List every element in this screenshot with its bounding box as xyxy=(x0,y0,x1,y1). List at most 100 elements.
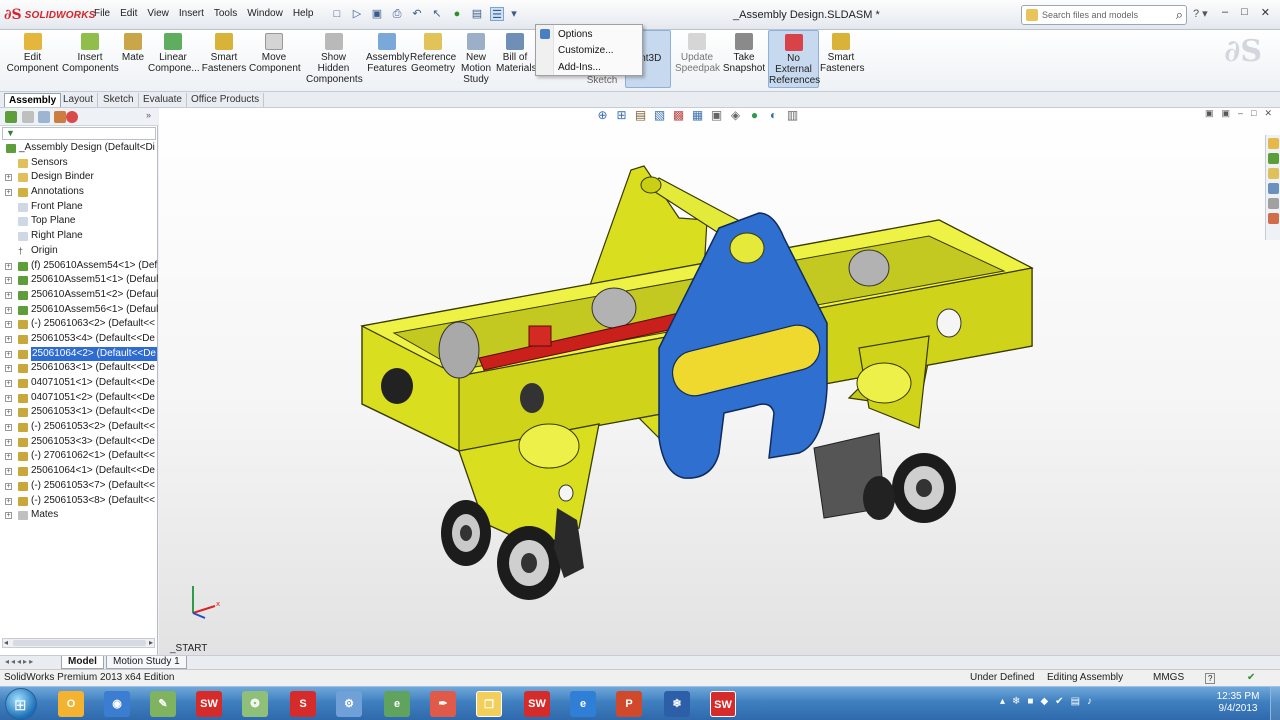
edrawings-icon[interactable]: e xyxy=(384,691,410,717)
expand-icon[interactable]: + xyxy=(5,335,12,343)
dimxpert-tab-icon[interactable] xyxy=(54,111,66,123)
assembly-model[interactable] xyxy=(159,108,1280,655)
taskbar-clock[interactable]: 12:35 PM 9/4/2013 xyxy=(1213,691,1263,715)
tree-item[interactable]: Top Plane xyxy=(0,214,158,229)
search-icon[interactable]: ⌕ xyxy=(1176,7,1183,23)
vmware-icon[interactable]: ◉ xyxy=(104,691,130,717)
expand-icon[interactable]: + xyxy=(5,350,12,358)
powerpoint-icon[interactable]: P xyxy=(616,691,642,717)
snowflake-app-icon[interactable]: ❄ xyxy=(664,691,690,717)
expand-icon[interactable]: + xyxy=(5,394,12,402)
tray-app-1-icon[interactable]: ❄ xyxy=(1012,696,1020,707)
close-icon[interactable]: ✕ xyxy=(1261,6,1270,19)
sketch-button[interactable]: Sketch xyxy=(585,75,619,86)
plugin-icon[interactable]: ❂ xyxy=(242,691,268,717)
mate-button[interactable]: Mate xyxy=(120,33,146,63)
expand-icon[interactable]: + xyxy=(5,365,12,373)
tree-item[interactable]: +04071051<1> (Default<<De xyxy=(0,376,158,391)
tab-motion-study-1[interactable]: Motion Study 1 xyxy=(106,656,187,669)
expand-icon[interactable]: + xyxy=(5,409,12,417)
expand-icon[interactable]: + xyxy=(5,453,12,461)
tree-item[interactable]: +250610Assem51<1> (Defaul xyxy=(0,273,158,288)
expand-icon[interactable]: + xyxy=(5,306,12,314)
search-box[interactable]: Search files and models ⌕ xyxy=(1021,5,1187,25)
show-desktop-button[interactable] xyxy=(1270,687,1280,720)
tray-app-2-icon[interactable]: ■ xyxy=(1027,696,1033,707)
bill-of-materials-button[interactable]: Bill of Materials xyxy=(496,33,537,74)
tab-model[interactable]: Model xyxy=(61,656,104,669)
menu-edit[interactable]: Edit xyxy=(120,8,137,19)
tree-horizontal-scrollbar[interactable]: ◂ ▸ xyxy=(2,638,155,648)
tree-item[interactable]: Sensors xyxy=(0,156,158,171)
solidworks-2-taskbar-icon[interactable]: S xyxy=(290,691,316,717)
scroll-left-icon[interactable]: ◂ xyxy=(4,638,8,647)
tree-item[interactable]: +25061053<1> (Default<<De xyxy=(0,405,158,420)
expand-icon[interactable]: + xyxy=(5,468,12,476)
solidworks-taskbar-icon[interactable]: SW xyxy=(196,691,222,717)
insert-components-button[interactable]: Insert Components xyxy=(62,33,119,74)
expand-icon[interactable]: + xyxy=(5,174,12,182)
tab-assembly[interactable]: Assembly xyxy=(4,93,62,107)
tree-item[interactable]: +250610Assem51<2> (Defaul xyxy=(0,288,158,303)
print-icon[interactable]: ⎙ xyxy=(390,7,404,21)
outlook-icon[interactable]: O xyxy=(58,691,84,717)
help-icon[interactable]: ? ▾ xyxy=(1193,7,1208,20)
status-rebuild-icon[interactable]: ✔ xyxy=(1247,672,1255,683)
menu-file[interactable]: File xyxy=(94,8,110,19)
tray-app-3-icon[interactable]: ◆ xyxy=(1040,696,1048,707)
tray-arrow-icon[interactable]: ▴ xyxy=(1000,696,1005,707)
menu-help[interactable]: Help xyxy=(293,8,314,19)
expand-icon[interactable]: + xyxy=(5,189,12,197)
sw-tool-icon[interactable]: ✒ xyxy=(430,691,456,717)
tree-item[interactable]: _Assembly Design (Default<Di xyxy=(0,141,158,156)
feature-manager-tab-icon[interactable] xyxy=(5,111,17,123)
linear-pattern-button[interactable]: Linear Compone... xyxy=(148,33,200,74)
scroll-right-icon[interactable]: ▸ xyxy=(149,638,153,647)
take-snapshot-button[interactable]: Take Snapshot xyxy=(722,33,766,74)
assembly-features-button[interactable]: Assembly Features xyxy=(366,33,409,74)
tree-item[interactable]: + (f) 250610Assem54<1> (Def xyxy=(0,259,158,274)
tab-navigation-icon[interactable]: ◂◂◂▸▸ xyxy=(5,657,35,666)
tab-layout[interactable]: Layout xyxy=(59,93,99,107)
menu-tools[interactable]: Tools xyxy=(214,8,237,19)
status-help-icon[interactable]: ? xyxy=(1205,673,1216,684)
undo-icon[interactable]: ↶ xyxy=(410,7,424,21)
solidworks-logo[interactable]: ∂S SOLIDWORKS xyxy=(4,6,95,24)
expand-icon[interactable]: + xyxy=(5,277,12,285)
tree-item[interactable]: +250610Assem56<1> (Defaul xyxy=(0,303,158,318)
tree-item[interactable]: +25061064<1> (Default<<De xyxy=(0,464,158,479)
configuration-manager-tab-icon[interactable] xyxy=(38,111,50,123)
expand-icon[interactable]: + xyxy=(5,482,12,490)
display-manager-tab-icon[interactable] xyxy=(66,111,78,123)
maximize-icon[interactable]: □ xyxy=(1241,6,1248,19)
move-component-button[interactable]: Move Component xyxy=(249,33,301,74)
file-properties-icon[interactable]: ▤ xyxy=(470,7,484,21)
select-icon[interactable]: ↖ xyxy=(430,7,444,21)
tray-volume-icon[interactable]: ♪ xyxy=(1087,696,1092,707)
expand-icon[interactable]: + xyxy=(5,291,12,299)
tree-item[interactable]: Right Plane xyxy=(0,229,158,244)
menu-item-add-ins[interactable]: Add-Ins... xyxy=(558,62,601,73)
internet-explorer-icon[interactable]: e xyxy=(570,691,596,717)
tab-evaluate[interactable]: Evaluate xyxy=(139,93,187,107)
tree-item[interactable]: † Origin xyxy=(0,244,158,259)
panel-expand-icon[interactable]: » xyxy=(146,110,156,122)
rebuild-icon[interactable]: ● xyxy=(450,7,464,21)
menu-item-customize[interactable]: Customize... xyxy=(558,45,614,56)
new-document-icon[interactable]: □ xyxy=(330,7,344,21)
tree-item[interactable]: Front Plane xyxy=(0,200,158,215)
tree-item[interactable]: + (-) 25061063<2> (Default<< xyxy=(0,317,158,332)
property-manager-tab-icon[interactable] xyxy=(22,111,34,123)
tab-office-products[interactable]: Office Products xyxy=(187,93,265,107)
tray-app-4-icon[interactable]: ✔ xyxy=(1055,696,1063,707)
expand-icon[interactable]: + xyxy=(5,497,12,505)
tab-sketch[interactable]: Sketch xyxy=(99,93,139,107)
tree-item[interactable]: + (-) 25061053<2> (Default<< xyxy=(0,420,158,435)
edit-component-button[interactable]: Edit Component xyxy=(5,33,60,74)
update-speedpak-button[interactable]: Update Speedpak xyxy=(675,33,720,74)
tree-item[interactable]: + (-) 25061053<8> (Default<< xyxy=(0,494,158,509)
composer-icon[interactable]: ⚙ xyxy=(336,691,362,717)
menu-insert[interactable]: Insert xyxy=(179,8,204,19)
tree-item[interactable]: +25061053<4> (Default<<De xyxy=(0,332,158,347)
expand-icon[interactable]: + xyxy=(5,438,12,446)
